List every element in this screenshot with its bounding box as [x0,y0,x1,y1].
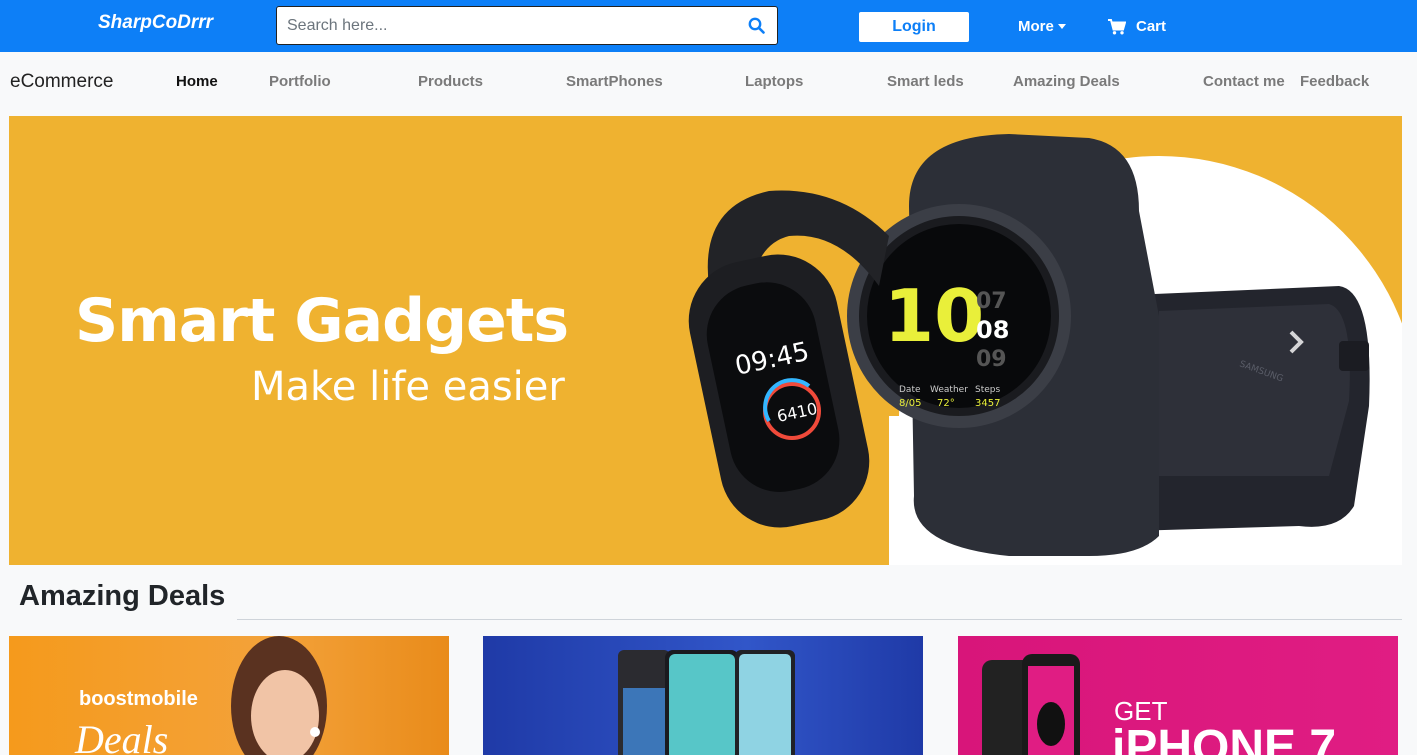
nav-products[interactable]: Products [418,73,483,90]
hero-title: Smart Gadgets [75,286,569,356]
svg-text:3457: 3457 [975,398,1000,409]
svg-text:10: 10 [884,274,984,358]
section-divider [237,619,1402,620]
nav-portfolio[interactable]: Portfolio [269,73,331,90]
caret-down-icon [1057,24,1066,29]
hero-subtitle: Make life easier [251,364,565,410]
cart-label: Cart [1136,18,1167,35]
search-input[interactable] [287,15,737,37]
more-label: More [1018,18,1054,35]
iphone-photo [982,654,1080,755]
svg-text:8/05: 8/05 [899,398,921,409]
nav-amazing-deals[interactable]: Amazing Deals [1013,73,1120,90]
svg-text:08: 08 [976,316,1009,344]
nav-feedback[interactable]: Feedback [1300,73,1369,90]
deal-card-brand: boostmobile [79,688,198,710]
carousel-prev-button[interactable] [109,328,129,356]
nav-brand[interactable]: eCommerce [10,71,113,93]
deal-card-iphone[interactable]: GET iPHONE 7 [958,636,1398,755]
nav-smartphones[interactable]: SmartPhones [566,73,663,90]
deal-card-iphone-text: iPHONE 7 [1112,721,1337,755]
deal-card-smartphones[interactable] [483,636,923,755]
nav-laptops[interactable]: Laptops [745,73,803,90]
more-dropdown[interactable]: More [1018,18,1066,35]
cart-link[interactable]: Cart [1108,18,1166,35]
svg-text:09: 09 [976,347,1007,372]
deal-card-boostmobile[interactable]: boostmobile Deals [9,636,449,755]
model-photo [231,636,327,755]
fitness-band-graphic: 09:45 6410 [688,190,889,528]
nav-home[interactable]: Home [176,73,218,90]
login-button[interactable]: Login [859,12,969,42]
search-box [276,6,778,45]
top-header-bar: SharpCoDrrr Login More Cart [0,0,1417,52]
main-navbar: eCommerce Home Portfolio Products SmartP… [0,52,1417,110]
amazing-deals-heading: Amazing Deals [19,580,226,612]
nav-contact-me[interactable]: Contact me [1203,73,1285,90]
cart-icon [1108,18,1126,34]
carousel-next-button[interactable] [1286,328,1306,356]
nav-smart-leds[interactable]: Smart leds [887,73,964,90]
search-icon[interactable] [748,17,765,34]
svg-text:Steps: Steps [975,385,1000,395]
svg-text:Date: Date [899,385,921,395]
svg-text:07: 07 [976,289,1007,314]
svg-text:72°: 72° [937,398,955,409]
hero-carousel: SAMSUNG 10 07 08 09 Date Weather Steps 8… [9,116,1402,565]
phones-photo [618,650,795,755]
deal-card-title: Deals [75,717,169,755]
site-brand[interactable]: SharpCoDrrr [98,12,213,34]
svg-text:Weather: Weather [930,385,968,395]
